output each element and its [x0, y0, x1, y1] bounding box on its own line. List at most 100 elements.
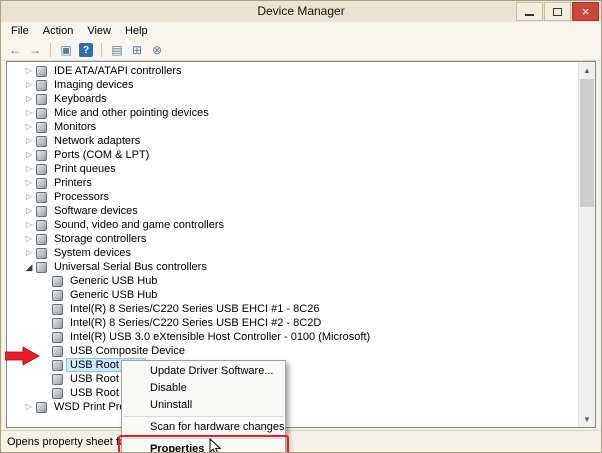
context-menu-item-update-driver-software[interactable]: Update Driver Software... [122, 363, 285, 380]
tree-item-label: Network adapters [51, 135, 143, 147]
device-tree-pane: ▷IDE ATA/ATAPI controllers▷Imaging devic… [6, 61, 596, 428]
sound-icon [36, 220, 47, 231]
tree-item-label: Generic USB Hub [67, 289, 160, 301]
menu-file[interactable]: File [4, 23, 36, 39]
menubar: FileActionViewHelp [1, 22, 601, 40]
tree-item-label: Intel(R) USB 3.0 eXtensible Host Control… [67, 331, 373, 343]
keyboard-icon [36, 94, 47, 105]
expand-arrow-icon[interactable]: ▷ [23, 190, 35, 204]
tree-item[interactable]: Generic USB Hub [7, 288, 578, 302]
close-button[interactable]: × [572, 2, 599, 21]
update-driver-icon[interactable]: ▤ [108, 42, 126, 58]
collapse-arrow-icon[interactable]: ◢ [23, 260, 35, 274]
expand-arrow-icon[interactable]: ▷ [23, 106, 35, 120]
statusbar: Opens property sheet for [1, 430, 601, 452]
tree-item[interactable]: Generic USB Hub [7, 274, 578, 288]
context-menu-item-disable[interactable]: Disable [122, 380, 285, 397]
expand-arrow-icon[interactable]: ▷ [23, 120, 35, 134]
minimize-icon [525, 14, 534, 16]
tree-item[interactable]: ▷System devices [7, 246, 578, 260]
forward-icon[interactable]: → [26, 42, 44, 58]
scroll-up-icon[interactable]: ▲ [579, 62, 595, 78]
usb-device-icon [52, 360, 63, 371]
tree-item[interactable]: ▷Imaging devices [7, 78, 578, 92]
red-highlight-box [118, 435, 289, 453]
expand-arrow-icon[interactable]: ▷ [23, 78, 35, 92]
menu-view[interactable]: View [80, 23, 118, 39]
tree-item[interactable]: ▷Monitors [7, 120, 578, 134]
scan-hardware-icon[interactable]: ⊞ [128, 42, 146, 58]
window-title: Device Manager [1, 4, 601, 18]
tree-item-label: Print queues [51, 163, 119, 175]
tree-item[interactable]: Intel(R) 8 Series/C220 Series USB EHCI #… [7, 302, 578, 316]
help-icon[interactable]: ? [79, 43, 93, 57]
console-window-icon[interactable]: ▣ [57, 42, 75, 58]
minimize-button[interactable] [516, 2, 543, 21]
tree-item[interactable]: ▷Processors [7, 190, 578, 204]
mouse-icon [36, 108, 47, 119]
scrollbar-thumb[interactable] [580, 79, 594, 207]
vertical-scrollbar[interactable]: ▲ ▼ [578, 62, 595, 427]
tree-item[interactable]: ▷Storage controllers [7, 232, 578, 246]
usb-device-icon [52, 318, 63, 329]
tree-item-label: Software devices [51, 205, 141, 217]
storage-controller-icon [36, 234, 47, 245]
usb-controller-icon [36, 262, 47, 273]
toolbar: ←→ ▣? ▤⊞⊗ [1, 40, 601, 61]
tree-item[interactable]: ▷IDE ATA/ATAPI controllers [7, 64, 578, 78]
tree-item[interactable]: ◢ Universal Serial Bus controllers [7, 260, 578, 274]
tree-item[interactable]: ▷WSD Print Provider [7, 400, 578, 414]
uninstall-icon[interactable]: ⊗ [148, 42, 166, 58]
expand-arrow-icon[interactable]: ▷ [23, 162, 35, 176]
tree-item[interactable]: USB Root Hub [7, 358, 578, 372]
expand-arrow-icon[interactable]: ▷ [23, 148, 35, 162]
network-adapter-icon [36, 136, 47, 147]
close-icon: × [582, 5, 590, 18]
processor-icon [36, 192, 47, 203]
back-icon[interactable]: ← [6, 42, 24, 58]
expand-arrow-icon[interactable]: ▷ [23, 218, 35, 232]
tree-item[interactable]: USB Root Hub [7, 386, 578, 400]
tree-item[interactable]: USB Root Hub [7, 372, 578, 386]
usb-device-icon [52, 290, 63, 301]
ide-controller-icon [36, 66, 47, 77]
maximize-icon [553, 8, 562, 16]
usb-device-icon [52, 346, 63, 357]
context-menu-item-uninstall[interactable]: Uninstall [122, 397, 285, 414]
expand-arrow-icon[interactable]: ▷ [23, 176, 35, 190]
system-device-icon [36, 248, 47, 259]
maximize-button[interactable] [544, 2, 571, 21]
tree-item[interactable]: ▷ Sound, video and game controllers [7, 218, 578, 232]
ports-icon [36, 150, 47, 161]
tree-item-label: Universal Serial Bus controllers [51, 261, 210, 273]
tree-item[interactable]: ▷Mice and other pointing devices [7, 106, 578, 120]
tree-item[interactable]: ▷ Software devices [7, 204, 578, 218]
menu-action[interactable]: Action [36, 23, 81, 39]
tree-item[interactable]: ▷ Printers [7, 176, 578, 190]
mouse-cursor [209, 438, 222, 453]
expand-arrow-icon[interactable]: ▷ [23, 64, 35, 78]
tree-item[interactable]: Intel(R) USB 3.0 eXtensible Host Control… [7, 330, 578, 344]
titlebar[interactable]: Device Manager × [1, 1, 601, 22]
expand-arrow-icon[interactable]: ▷ [23, 92, 35, 106]
tree-item[interactable]: ▷ Network adapters [7, 134, 578, 148]
tree-item[interactable]: ▷Ports (COM & LPT) [7, 148, 578, 162]
expand-arrow-icon[interactable]: ▷ [23, 400, 35, 414]
usb-device-icon [52, 374, 63, 385]
status-text: Opens property sheet for [7, 436, 129, 448]
expand-arrow-icon[interactable]: ▷ [23, 232, 35, 246]
expand-arrow-icon[interactable]: ▷ [23, 204, 35, 218]
expand-arrow-icon[interactable]: ▷ [23, 246, 35, 260]
context-menu-item-scan-for-hardware-changes[interactable]: Scan for hardware changes [122, 419, 285, 436]
tree-item[interactable]: USB Composite Device [7, 344, 578, 358]
tree-item-label: Sound, video and game controllers [51, 219, 227, 231]
tree-item-label: Printers [51, 177, 95, 189]
tree-item[interactable]: Intel(R) 8 Series/C220 Series USB EHCI #… [7, 316, 578, 330]
expand-arrow-icon[interactable]: ▷ [23, 134, 35, 148]
tree-item[interactable]: ▷ Print queues [7, 162, 578, 176]
tree-item-label: Keyboards [51, 93, 110, 105]
menu-help[interactable]: Help [118, 23, 155, 39]
tree-item-label: Generic USB Hub [67, 275, 160, 287]
tree-item[interactable]: ▷ Keyboards [7, 92, 578, 106]
scroll-down-icon[interactable]: ▼ [579, 411, 595, 427]
